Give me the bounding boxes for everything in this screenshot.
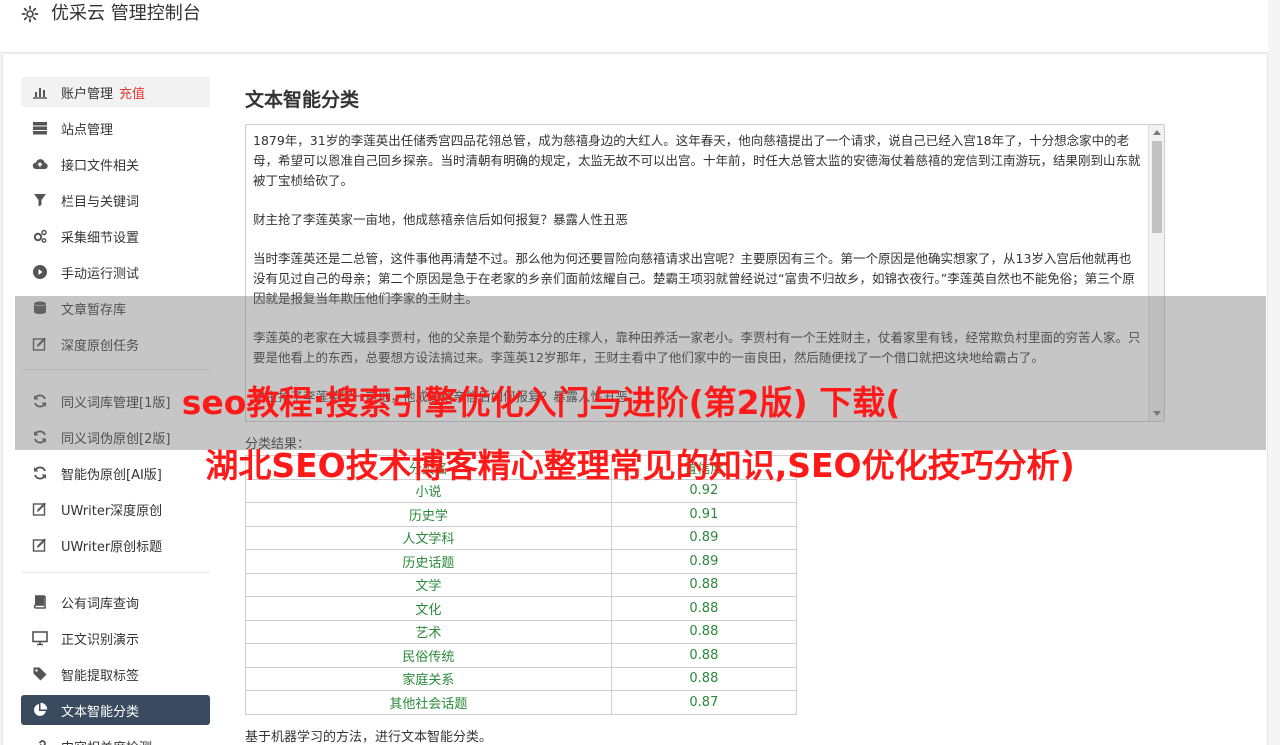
category-cell: 艺术 [245,619,612,644]
app-title: 优采云 管理控制台 [51,3,201,24]
sidebar-item-label: 账户管理 [61,86,114,102]
confidence-cell: 0.88 [610,666,798,691]
sidebar-item-label: 手动运行测试 [61,266,140,282]
sidebar-item-smart-tags[interactable]: 智能提取标签 [21,659,210,689]
confidence-cell: 0.88 [610,596,798,621]
category-cell: 其他社会话题 [245,690,612,715]
sidebar-item-label: 正文识别演示 [61,632,140,648]
tag-icon [31,665,49,683]
text-paragraph: 财主抢了李莲英家一亩地，他成慈禧亲信后如何报复？暴露人性丑恶 [253,212,629,227]
gears-icon [31,227,49,245]
sidebar-item-label: 公有词库查询 [61,596,140,612]
category-cell: 家庭关系 [245,666,612,691]
edit-icon [31,500,49,518]
pie-chart-icon [31,701,49,719]
sidebar-item-sites[interactable]: 站点管理 [21,113,210,143]
sidebar-item-label: 智能提取标签 [61,668,140,684]
table-row: 其他社会话题 0.87 [245,690,798,715]
sidebar-item-body-detect[interactable]: 正文识别演示 [21,623,210,653]
footnote: 基于机器学习的方法，进行文本智能分类。 [245,730,493,745]
table-row: 历史学 0.91 [245,502,798,527]
category-cell: 历史学 [245,502,612,527]
server-icon [31,119,49,137]
sidebar-item-manual-run[interactable]: 手动运行测试 [21,257,210,287]
category-cell: 人文学科 [245,525,612,550]
monitor-icon [31,629,49,647]
edit-icon [31,536,49,554]
sidebar-item-interface[interactable]: 接口文件相关 [21,149,210,179]
sidebar-item-label: 采集细节设置 [61,230,140,246]
sidebar-item-label: 站点管理 [61,122,114,138]
table-row: 文化 0.88 [245,596,798,621]
overlay-band [15,296,1266,450]
sidebar-item-label: 文本智能分类 [61,704,140,720]
sidebar-divider [21,572,210,573]
sidebar-item-label: 内容相关度检测 [61,737,152,745]
filter-icon [31,191,49,209]
sidebar-item-label: 接口文件相关 [61,158,140,174]
cloud-upload-icon [31,155,49,173]
sidebar-item-account[interactable]: 账户管理 充值 [21,77,210,107]
sidebar-item-label: UWriter深度原创 [61,503,163,519]
sidebar-item-label: UWriter原创标题 [61,539,163,555]
gear-icon [21,5,39,23]
confidence-cell: 0.88 [610,643,798,668]
table-row: 历史话题 0.89 [245,549,798,574]
page-title: 文本智能分类 [245,89,360,111]
table-row: 家庭关系 0.88 [245,666,798,691]
bar-chart-icon [31,83,49,101]
sidebar-item-public-dict[interactable]: 公有词库查询 [21,587,210,617]
confidence-cell: 0.88 [610,572,798,597]
sidebar-item-relevance[interactable]: 内容相关度检测 [21,731,210,745]
scroll-thumb[interactable] [1152,141,1162,233]
book-icon [31,593,49,611]
confidence-cell: 0.89 [610,525,798,550]
recharge-link[interactable]: 充值 [119,83,145,102]
category-cell: 文学 [245,572,612,597]
sidebar-item-collect-settings[interactable]: 采集细节设置 [21,221,210,251]
confidence-cell: 0.91 [610,502,798,527]
scroll-up-arrow-icon[interactable] [1153,130,1161,135]
table-row: 文学 0.88 [245,572,798,597]
table-row: 民俗传统 0.88 [245,643,798,668]
play-circle-icon [31,263,49,281]
link-icon [31,737,49,745]
text-paragraph: 1879年，31岁的李莲英出任储秀宫四品花翎总管，成为慈禧身边的大红人。这年春天… [253,133,1141,188]
sidebar-item-label: 栏目与关键词 [61,194,140,210]
overlay-banner-line2: 湖北SEO技术博客精心整理常见的知识,SEO优化技巧分析) [205,446,1075,485]
category-cell: 文化 [245,596,612,621]
confidence-cell: 0.89 [610,549,798,574]
overlay-banner-line1: seo教程:搜索引擎优化入门与进阶(第2版) 下载( [181,383,901,422]
confidence-cell: 0.87 [610,690,798,715]
sidebar-item-uwriter-deep[interactable]: UWriter深度原创 [21,494,210,524]
table-row: 艺术 0.88 [245,619,798,644]
category-cell: 民俗传统 [245,643,612,668]
sidebar-item-columns[interactable]: 栏目与关键词 [21,185,210,215]
table-row: 人文学科 0.89 [245,525,798,550]
top-bar: 优采云 管理控制台 [0,0,1268,53]
sidebar-item-uwriter-title[interactable]: UWriter原创标题 [21,530,210,560]
category-cell: 历史话题 [245,549,612,574]
classification-table: 分类名 置信度 小说 0.92 历史学 0.91 人文学科 0.89 历史话题 0.89… [245,455,798,715]
sidebar-item-text-classify[interactable]: 文本智能分类 [21,695,210,725]
confidence-cell: 0.88 [610,619,798,644]
